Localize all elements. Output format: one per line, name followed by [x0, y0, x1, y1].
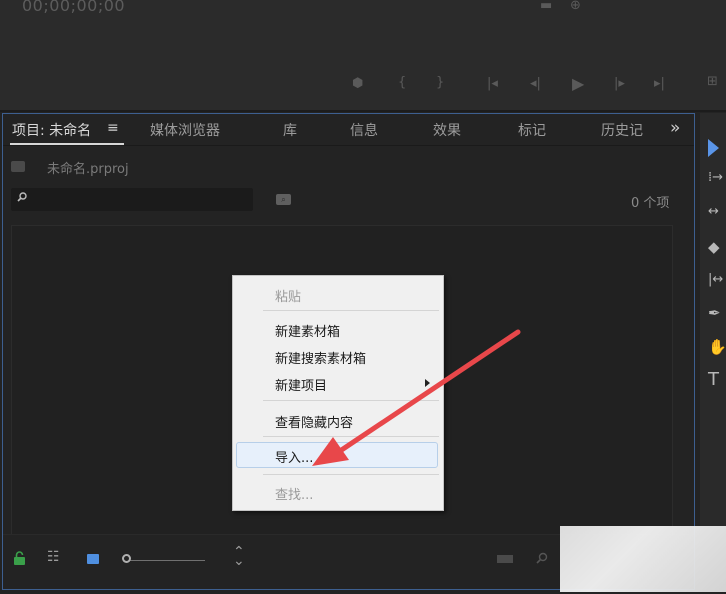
menu-item-new-search-bin[interactable]: 新建搜索素材箱: [275, 348, 366, 367]
menu-item-new-bin[interactable]: 新建素材箱: [275, 321, 340, 340]
menu-item-import[interactable]: 导入...: [275, 447, 313, 466]
zoom-slider-handle[interactable]: [122, 554, 131, 563]
project-file-name: 未命名.prproj: [47, 162, 129, 177]
type-tool-icon[interactable]: T: [708, 369, 719, 390]
new-search-bin-icon[interactable]: ⌕: [276, 194, 291, 205]
play-icon[interactable]: ▶: [572, 74, 584, 93]
tabs-overflow-icon[interactable]: »: [670, 118, 680, 138]
menu-item-new-item[interactable]: 新建项目: [275, 375, 327, 394]
razor-icon[interactable]: ◆: [708, 238, 720, 256]
menu-item-paste[interactable]: 粘贴: [275, 286, 301, 305]
tab-history[interactable]: 历史记: [601, 120, 649, 140]
tab-effects[interactable]: 效果: [433, 120, 461, 140]
menu-separator: [263, 400, 439, 401]
selection-tool-icon[interactable]: [708, 139, 719, 157]
go-to-out-icon[interactable]: ▸|: [654, 76, 665, 91]
automate-to-sequence-icon[interactable]: [497, 555, 513, 563]
pen-icon[interactable]: ✒: [708, 304, 721, 322]
submenu-arrow-icon: [425, 379, 430, 387]
tab-libraries[interactable]: 库: [283, 120, 297, 140]
mark-out-icon[interactable]: }: [436, 75, 444, 90]
tab-menu-icon[interactable]: ≡: [107, 120, 119, 136]
go-to-in-icon[interactable]: |◂: [487, 76, 498, 91]
settings-icon[interactable]: ▬: [540, 0, 552, 13]
program-monitor: 00;00;00;00 ▬ ⊕ ⬢ { } |◂ ◂| ▶ |▸ ▸| ⊞: [0, 0, 726, 112]
more-icon[interactable]: ⊞: [707, 74, 718, 89]
item-count: 0 个项: [631, 196, 670, 211]
menu-item-view-hidden[interactable]: 查看隐藏内容: [275, 412, 353, 431]
mark-in-icon[interactable]: {: [398, 75, 406, 90]
hand-icon[interactable]: ✋: [708, 338, 726, 356]
step-back-icon[interactable]: ◂|: [530, 76, 541, 91]
menu-separator: [263, 310, 439, 311]
tab-info[interactable]: 信息: [350, 120, 378, 140]
panel-divider[interactable]: [0, 110, 726, 112]
export-frame-icon[interactable]: ⊕: [570, 0, 581, 13]
timecode-display[interactable]: 00;00;00;00: [22, 0, 125, 15]
tab-project[interactable]: 项目: 未命名: [12, 120, 91, 140]
search-input[interactable]: [11, 188, 253, 211]
tab-media-browser[interactable]: 媒体浏览器: [150, 120, 220, 140]
list-view-icon[interactable]: ☷: [47, 549, 60, 565]
project-file-icon: [11, 161, 25, 172]
menu-separator: [263, 474, 439, 475]
slip-icon[interactable]: |↔: [708, 272, 723, 287]
zoom-slider[interactable]: [129, 560, 205, 561]
context-menu: 粘贴 新建素材箱 新建搜索素材箱 新建项目 查看隐藏内容 导入... 查找...: [232, 275, 444, 511]
marker-icon[interactable]: ⬢: [352, 76, 363, 91]
track-select-icon[interactable]: ⁞→: [708, 170, 723, 185]
watermark: [560, 526, 726, 592]
tab-bar-divider: [3, 145, 694, 146]
find-icon[interactable]: [536, 552, 548, 564]
step-forward-icon[interactable]: |▸: [614, 76, 625, 91]
icon-view-icon[interactable]: [87, 554, 99, 564]
menu-item-import-highlight[interactable]: [236, 442, 438, 468]
lock-icon[interactable]: [13, 551, 26, 565]
tab-markers[interactable]: 标记: [518, 120, 546, 140]
menu-item-find[interactable]: 查找...: [275, 484, 313, 503]
menu-separator: [263, 436, 439, 437]
sort-icon[interactable]: ⌃ ⌄: [233, 545, 245, 568]
ripple-edit-icon[interactable]: ↔: [708, 204, 719, 219]
search-icon: [17, 192, 27, 202]
